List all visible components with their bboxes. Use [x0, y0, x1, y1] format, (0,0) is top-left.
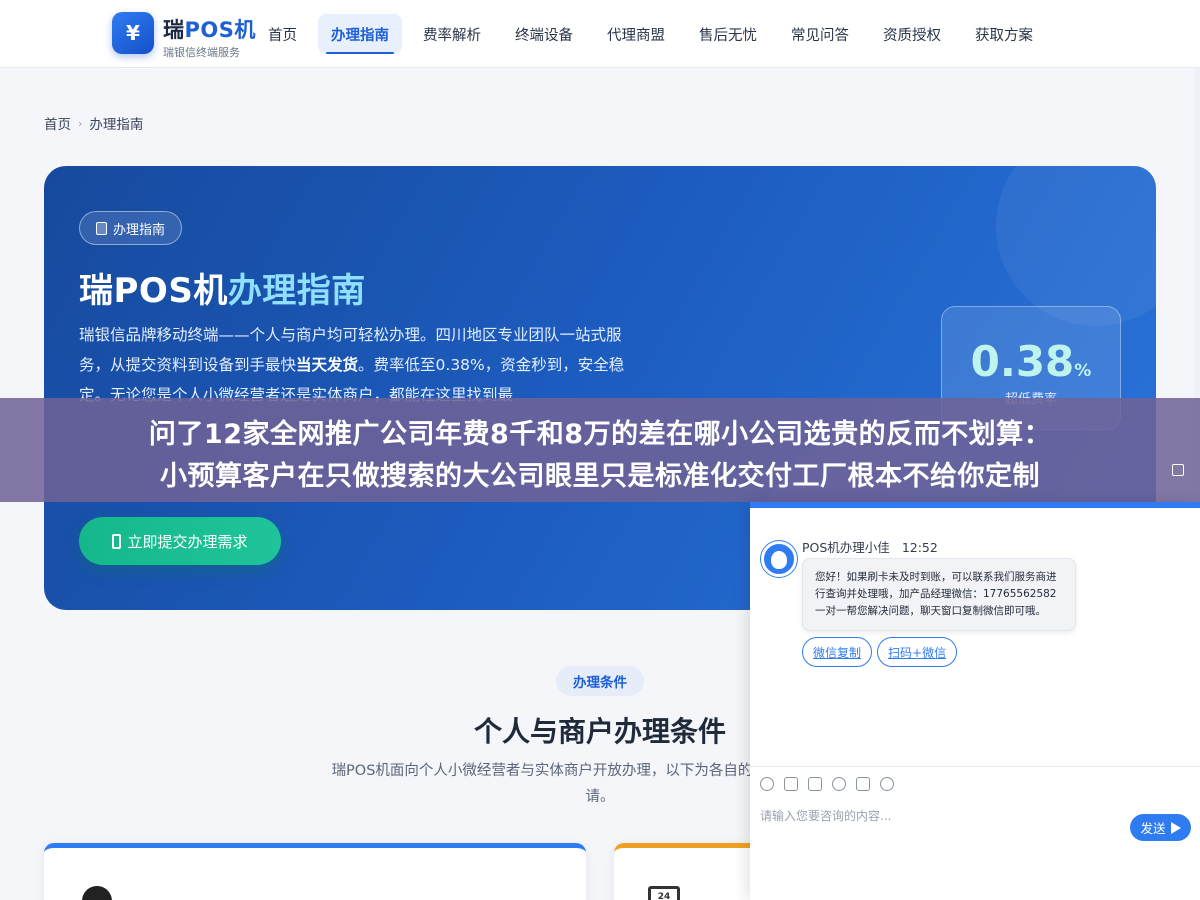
shield-icon[interactable] [832, 776, 846, 791]
hero-desc-bold: 当天发货 [296, 356, 359, 374]
hero-title: 瑞POS机办理指南 [79, 263, 366, 312]
banner-line-2: 小预算客户在只做搜索的大公司眼里只是标准化交付工厂根本不给你定制 [160, 461, 1040, 492]
chat-widget: POS机办理小佳 12:52 您好！如果刷卡未及时到账，可以联系我们服务商进行查询… [750, 502, 1200, 900]
chat-message: 您好！如果刷卡未及时到账，可以联系我们服务商进行查询并处理哦，加产品经理微信：1… [802, 558, 1076, 631]
section-chip: 办理条件 [556, 666, 644, 696]
breadcrumb-separator: › [78, 116, 83, 130]
nav-get-plan[interactable]: 获取方案 [962, 14, 1046, 54]
phone-icon [112, 533, 122, 549]
breadcrumb: 首页 › 办理指南 [44, 113, 144, 134]
send-label: 发送 [1140, 821, 1166, 836]
nav-home[interactable]: 首页 [255, 14, 310, 54]
send-arrow-icon [1170, 821, 1181, 834]
logo-title-brand: POS机 [184, 18, 256, 42]
screenshot-icon[interactable] [808, 776, 822, 791]
rate-value: 0.38% [942, 337, 1120, 386]
nav-rates[interactable]: 费率解析 [410, 14, 494, 54]
send-button[interactable]: 发送 [1130, 814, 1191, 841]
logo-subtitle: 瑞银信终端服务 [163, 46, 240, 59]
hero-badge-label: 办理指南 [113, 222, 166, 238]
logo-title[interactable]: 瑞POS机 [163, 14, 256, 44]
nav-agents[interactable]: 代理商盟 [594, 14, 678, 54]
agent-name: POS机办理小佳 [802, 540, 890, 555]
emoji-icon[interactable] [760, 776, 774, 791]
condition-card-individual [44, 843, 586, 900]
nav-faq[interactable]: 常见问答 [778, 14, 862, 54]
breadcrumb-current: 办理指南 [89, 117, 144, 133]
nav-devices[interactable]: 终端设备 [502, 14, 586, 54]
hero-badge: 办理指南 [79, 211, 183, 245]
logo-yen-icon[interactable]: ¥ [112, 12, 154, 54]
main-nav: 首页 办理指南 费率解析 终端设备 代理商盟 售后无忧 常见问答 资质授权 获取… [255, 14, 1054, 54]
breadcrumb-home[interactable]: 首页 [44, 113, 71, 133]
chat-input[interactable] [760, 804, 1120, 828]
nav-after-sales[interactable]: 售后无忧 [686, 14, 770, 54]
rate-unit: % [1074, 361, 1092, 381]
nav-guide[interactable]: 办理指南 [318, 14, 402, 54]
hero-title-highlight: 办理指南 [227, 271, 366, 311]
calendar-24-icon: 24 [648, 886, 680, 900]
nav-licenses[interactable]: 资质授权 [870, 14, 954, 54]
rate-number: 0.38 [970, 337, 1075, 386]
wechat-icon[interactable] [880, 776, 894, 791]
person-icon [82, 886, 112, 900]
image-icon[interactable] [784, 776, 798, 791]
submit-request-button[interactable]: 立即提交办理需求 [79, 517, 281, 565]
logo-title-prefix: 瑞 [163, 18, 185, 42]
sound-icon[interactable] [856, 776, 870, 791]
chat-toolbar [750, 766, 1200, 800]
site-header: ¥ 瑞POS机 瑞银信终端服务 首页 办理指南 费率解析 终端设备 代理商盟 售… [0, 0, 1200, 68]
agent-face-icon [771, 551, 787, 569]
overlay-banner: 问了12家全网推广公司年费8千和8万的差在哪小公司选贵的反而不划算： 小预算客户… [0, 398, 1200, 502]
submit-request-label: 立即提交办理需求 [127, 532, 248, 551]
banner-line-1: 问了12家全网推广公司年费8千和8万的差在哪小公司选贵的反而不划算： [148, 419, 1052, 450]
scan-wechat-button[interactable]: 扫码+微信 [877, 637, 958, 667]
chat-actions: 微信复制 扫码+微信 [802, 637, 962, 667]
hero-decor-circle [996, 166, 1156, 326]
agent-avatar [761, 541, 797, 577]
clipboard-icon [96, 221, 107, 235]
message-time: 12:52 [901, 540, 938, 555]
chat-meta: POS机办理小佳 12:52 [802, 537, 938, 556]
hero-title-main: 瑞POS机 [79, 271, 228, 311]
hero-description: 瑞银信品牌移动终端——个人与商户均可轻松办理。四川地区专业团队一站式服务，从提交… [79, 320, 644, 410]
maximize-icon[interactable] [1172, 464, 1184, 476]
copy-wechat-button[interactable]: 微信复制 [802, 637, 873, 667]
